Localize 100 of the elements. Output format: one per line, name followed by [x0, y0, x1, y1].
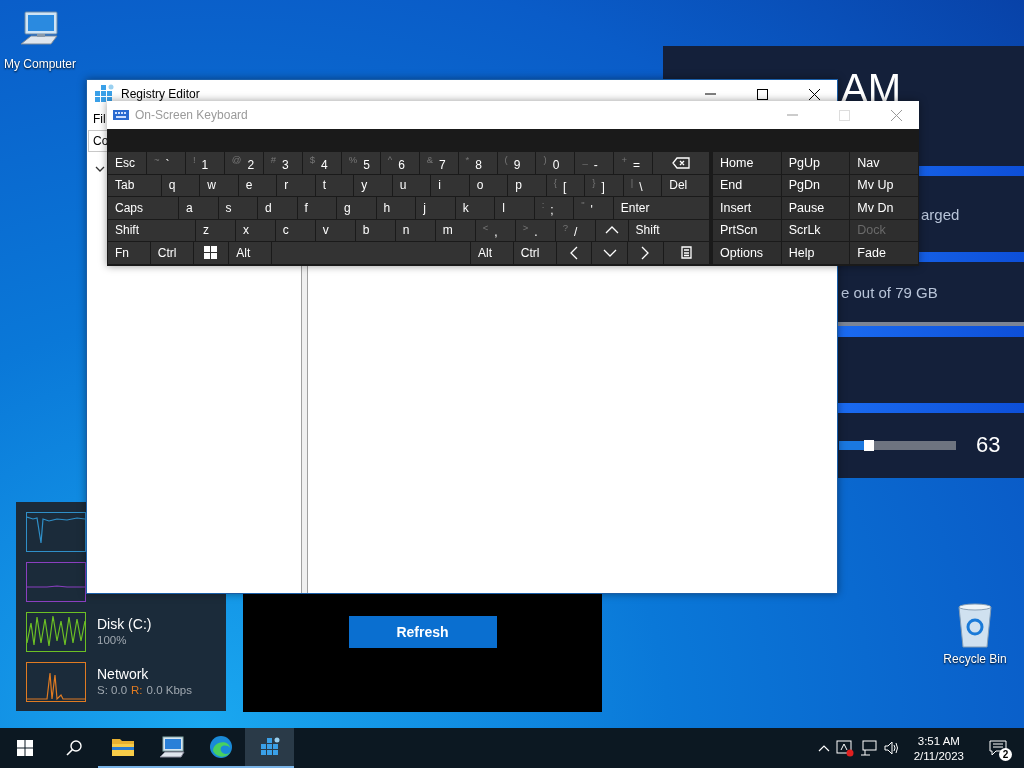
right-chevron-icon	[641, 245, 650, 260]
keyboard-key[interactable]: < ,	[475, 219, 515, 241]
keyboard-key[interactable]: Tab	[108, 174, 161, 196]
keyboard-key[interactable]: Home	[713, 152, 781, 174]
keyboard-key[interactable]: PgDn	[781, 174, 850, 196]
keyboard-key[interactable]: f	[297, 197, 337, 219]
keyboard-key[interactable]: } ]	[585, 174, 623, 196]
keyboard-key[interactable]: % 5	[341, 152, 380, 174]
keyboard-key[interactable]: l	[495, 197, 534, 219]
keyboard-key[interactable]: ~ `	[146, 152, 185, 174]
keyboard-key[interactable]: ) 0	[536, 152, 575, 174]
keyboard-key[interactable]: w	[200, 174, 238, 196]
keyboard-key[interactable]: Caps	[108, 197, 179, 219]
keyboard-key[interactable]: g	[337, 197, 376, 219]
keyboard-key[interactable]: _ -	[575, 152, 614, 174]
chevron-up-icon[interactable]	[817, 744, 830, 752]
keyboard-key[interactable]	[193, 242, 229, 264]
desktop-icon-label[interactable]: My Computer	[4, 57, 76, 71]
keyboard-key[interactable]: End	[713, 174, 781, 196]
keyboard-key[interactable]: p	[508, 174, 546, 196]
keyboard-key[interactable]: b	[355, 219, 395, 241]
keyboard-key[interactable]: | \	[623, 174, 662, 196]
keyboard-key[interactable]	[595, 219, 628, 241]
keyboard-key[interactable]: h	[376, 197, 416, 219]
network-icon[interactable]	[859, 740, 878, 756]
keyboard-key[interactable]: @ 2	[224, 152, 263, 174]
keyboard-key[interactable]: Esc	[108, 152, 146, 174]
security-icon[interactable]	[835, 739, 854, 757]
keyboard-key[interactable]: z	[195, 219, 235, 241]
keyboard-key[interactable]: Options	[713, 242, 781, 264]
network-label: Network	[97, 666, 150, 682]
keyboard-key[interactable]: e	[238, 174, 277, 196]
keyboard-key[interactable]	[663, 242, 710, 264]
window-title: On-Screen Keyboard	[135, 108, 248, 122]
keyboard-key[interactable]: Alt	[229, 242, 271, 264]
keyboard-key[interactable]: t	[315, 174, 354, 196]
keyboard-key[interactable]: Mv Dn	[850, 197, 918, 219]
notification-count: 2	[999, 748, 1012, 761]
keyboard-key[interactable]: d	[258, 197, 297, 219]
keyboard-key[interactable]: Pause	[781, 197, 850, 219]
keyboard-key[interactable]	[653, 152, 710, 174]
keyboard-key[interactable]: ! 1	[185, 152, 224, 174]
clock[interactable]: 3:51 AM 2/11/2023	[905, 734, 972, 762]
keyboard-key[interactable]: ^ 6	[380, 152, 419, 174]
keyboard-key[interactable]: m	[435, 219, 475, 241]
keyboard-key[interactable]: Nav	[850, 152, 918, 174]
notification-button[interactable]: 2	[978, 728, 1018, 768]
keyboard-key[interactable]: Fade	[850, 242, 918, 264]
keyboard-key[interactable]: ScrLk	[781, 219, 850, 241]
volume-reading: 63	[976, 432, 1001, 458]
keyboard-key[interactable]: r	[277, 174, 315, 196]
keyboard-key[interactable]: Help	[781, 242, 850, 264]
keyboard-key[interactable]: & 7	[419, 152, 458, 174]
keyboard-key[interactable]: Fn	[108, 242, 150, 264]
keyboard-key[interactable]: Mv Up	[850, 174, 918, 196]
keyboard-key[interactable]: ( 9	[497, 152, 536, 174]
keyboard-key[interactable]: Insert	[713, 197, 781, 219]
refresh-button[interactable]: Refresh	[348, 616, 497, 648]
keyboard-key[interactable]: # 3	[263, 152, 302, 174]
recycle-bin-icon	[955, 601, 995, 649]
close-icon	[890, 109, 902, 121]
volume-slider[interactable]	[839, 440, 956, 450]
keyboard-key[interactable]: PgUp	[781, 152, 850, 174]
keyboard-key[interactable]: + =	[614, 152, 653, 174]
keyboard-key[interactable]: k	[455, 197, 495, 219]
minimize-icon	[704, 93, 716, 95]
keyboard-key[interactable]: $ 4	[302, 152, 341, 174]
keyboard-key[interactable]: v	[315, 219, 355, 241]
keyboard-key[interactable]: PrtScn	[713, 219, 781, 241]
speaker-icon[interactable]	[883, 741, 900, 755]
storage-status: e out of 79 GB	[841, 283, 938, 301]
keyboard-key[interactable]: Shift	[628, 219, 710, 241]
chevron-down-icon[interactable]	[95, 166, 105, 172]
window-title: Registry Editor	[121, 87, 200, 101]
keyboard-key[interactable]: Shift	[108, 219, 195, 241]
desktop-icon-label[interactable]: Recycle Bin	[943, 652, 1007, 666]
keyboard-key[interactable]: y	[354, 174, 392, 196]
keyboard-key[interactable]: ? /	[555, 219, 595, 241]
keyboard-key[interactable]: i	[431, 174, 469, 196]
keyboard-key[interactable]: u	[392, 174, 431, 196]
keyboard-key[interactable]: { [	[546, 174, 585, 196]
menu-item[interactable]: Fil	[93, 112, 106, 126]
keyboard-key[interactable]: q	[161, 174, 200, 196]
keyboard-key[interactable]: : ;	[534, 197, 574, 219]
keyboard-key[interactable]: Ctrl	[513, 242, 556, 264]
keyboard-key[interactable]: " '	[574, 197, 613, 219]
keyboard-key[interactable]: * 8	[458, 152, 497, 174]
keyboard-key[interactable]: j	[416, 197, 455, 219]
keyboard-key[interactable]: x	[235, 219, 275, 241]
keyboard-key[interactable]: > .	[515, 219, 555, 241]
keyboard-key[interactable]: s	[218, 197, 258, 219]
keyboard-key[interactable]: n	[395, 219, 435, 241]
keyboard-key[interactable]: Alt	[471, 242, 513, 264]
keyboard-key[interactable]: a	[179, 197, 218, 219]
keyboard-key[interactable]: c	[275, 219, 315, 241]
keyboard-key[interactable]: Enter	[613, 197, 709, 219]
keyboard-key[interactable]: o	[469, 174, 508, 196]
keyboard-key[interactable]: Ctrl	[150, 242, 193, 264]
slider-thumb[interactable]	[863, 439, 874, 451]
keyboard-key[interactable]: Del	[662, 174, 709, 196]
